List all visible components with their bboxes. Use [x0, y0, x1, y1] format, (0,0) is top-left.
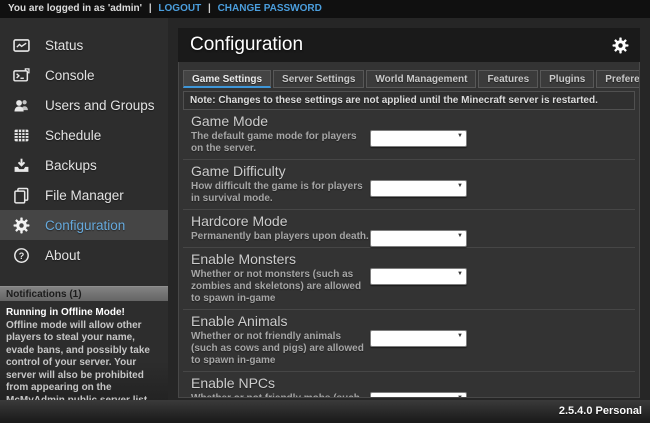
game-mode-select[interactable] [370, 130, 467, 147]
panel-body: Game SettingsServer SettingsWorld Manage… [178, 62, 640, 398]
sidebar-item-label: Status [45, 38, 83, 53]
sidebar-item-label: Console [45, 68, 95, 83]
enable-animals-select[interactable] [370, 330, 467, 347]
setting-enable-monsters: Enable Monsters Whether or not monsters (… [183, 248, 635, 310]
sidebar-item-label: About [45, 248, 80, 263]
setting-game-mode: Game Mode The default game mode for playe… [183, 110, 635, 160]
sidebar-item-backups[interactable]: Backups [0, 150, 168, 180]
game-difficulty-select-wrap: ▼ [370, 178, 467, 195]
setting-description: Whether or not friendly animals (such as… [191, 331, 369, 367]
sidebar-item-configuration[interactable]: Configuration [0, 210, 168, 240]
setting-game-difficulty: Game Difficulty How difficult the game is… [183, 160, 635, 210]
game-mode-select-wrap: ▼ [370, 128, 467, 145]
setting-description: Whether or not monsters (such as zombies… [191, 269, 369, 305]
tab-features[interactable]: Features [478, 70, 538, 88]
users-icon [13, 97, 30, 114]
setting-title: Enable NPCs [191, 376, 627, 391]
hardcore-mode-select-wrap: ▼ [370, 228, 467, 245]
sidebar-item-console[interactable]: Console [0, 60, 168, 90]
tab-plugins[interactable]: Plugins [540, 70, 594, 88]
svg-text:?: ? [19, 250, 25, 260]
page-title: Configuration [190, 34, 303, 56]
tab-preferences[interactable]: Preferences [596, 70, 640, 88]
enable-animals-select-wrap: ▼ [370, 328, 467, 345]
tab-server-settings[interactable]: Server Settings [273, 70, 364, 88]
sidebar-item-file-manager[interactable]: File Manager [0, 180, 168, 210]
setting-title: Hardcore Mode [191, 214, 627, 229]
separator: | [208, 3, 211, 14]
hardcore-mode-select[interactable] [370, 230, 467, 247]
panel-header: Configuration [178, 28, 640, 62]
sidebar: Status Console Users and Groups Schedule Bac… [0, 18, 168, 400]
tab-game-settings[interactable]: Game Settings [183, 70, 271, 88]
tab-bar: Game SettingsServer SettingsWorld Manage… [179, 62, 639, 88]
setting-description: How difficult the game is for players in… [191, 181, 369, 205]
setting-description: The default game mode for players on the… [191, 131, 369, 155]
game-difficulty-select[interactable] [370, 180, 467, 197]
file-manager-icon [13, 187, 30, 204]
sidebar-item-label: Backups [45, 158, 97, 173]
topbar: You are logged in as 'admin' | LOGOUT | … [0, 0, 650, 18]
backups-icon [13, 157, 30, 174]
enable-npcs-select-wrap: ▼ [370, 390, 467, 398]
enable-monsters-select[interactable] [370, 268, 467, 285]
statusbar: 2.5.4.0 Personal [0, 400, 650, 423]
enable-monsters-select-wrap: ▼ [370, 266, 467, 283]
notifications-header: Notifications (1) [0, 286, 168, 301]
console-icon [13, 67, 30, 84]
sidebar-item-schedule[interactable]: Schedule [0, 120, 168, 150]
gear-icon[interactable] [612, 37, 629, 54]
sidebar-menu: Status Console Users and Groups Schedule Bac… [0, 18, 168, 270]
logged-in-text: You are logged in as 'admin' [8, 3, 142, 14]
sidebar-item-label: Configuration [45, 218, 125, 233]
setting-title: Enable Monsters [191, 252, 627, 267]
gear-icon [13, 217, 30, 234]
restart-note: Note: Changes to these settings are not … [183, 91, 635, 110]
notification-text: Offline mode will allow other players to… [6, 320, 162, 401]
sidebar-item-label: Users and Groups [45, 98, 155, 113]
question-icon: ? [13, 247, 30, 264]
sidebar-item-status[interactable]: Status [0, 30, 168, 60]
notification: Running in Offline Mode! Offline mode wi… [0, 301, 168, 400]
sidebar-item-label: Schedule [45, 128, 101, 143]
separator: | [149, 3, 152, 14]
logout-link[interactable]: LOGOUT [158, 3, 201, 14]
setting-title: Enable Animals [191, 314, 627, 329]
setting-description: Permanently ban players upon death. [191, 231, 369, 243]
tab-world-management[interactable]: World Management [366, 70, 476, 88]
setting-enable-npcs: Enable NPCs Whether or not friendly mobs … [183, 372, 635, 398]
sidebar-item-label: File Manager [45, 188, 124, 203]
setting-description: Whether or not friendly mobs (such as vi… [191, 393, 369, 398]
status-icon [13, 37, 30, 54]
change-password-link[interactable]: CHANGE PASSWORD [218, 3, 322, 14]
notification-title: Running in Offline Mode! [6, 307, 162, 320]
setting-hardcore-mode: Hardcore Mode Permanently ban players upo… [183, 210, 635, 248]
setting-title: Game Mode [191, 114, 627, 129]
setting-enable-animals: Enable Animals Whether or not friendly an… [183, 310, 635, 372]
configuration-panel: Configuration Game SettingsServer Settin… [178, 28, 640, 398]
version-label: 2.5.4.0 Personal [559, 405, 642, 417]
enable-npcs-select[interactable] [370, 392, 467, 398]
sidebar-item-about[interactable]: ? About [0, 240, 168, 270]
setting-title: Game Difficulty [191, 164, 627, 179]
schedule-icon [13, 127, 30, 144]
sidebar-item-users-and-groups[interactable]: Users and Groups [0, 90, 168, 120]
settings-list: Game Mode The default game mode for playe… [179, 110, 639, 398]
